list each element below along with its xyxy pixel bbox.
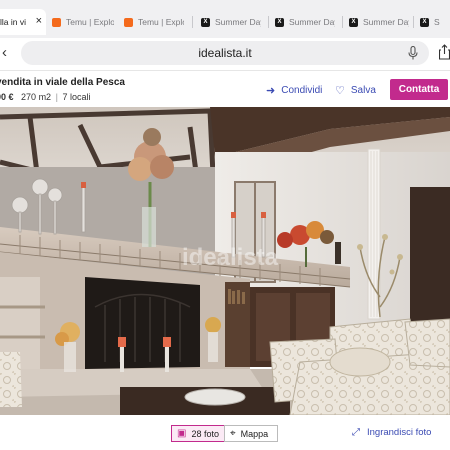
enlarge-photo-button[interactable]: ⤢ Ingrandisci foto (352, 427, 431, 438)
tab-label: Summer Day (363, 17, 409, 27)
x-icon: X (201, 17, 210, 27)
tab-summer-day-2[interactable]: X Summer Day (275, 12, 335, 32)
x-icon: X (420, 17, 429, 27)
tab-label: lla in vi (0, 17, 26, 27)
tab-divider (342, 16, 343, 28)
tab-label: Summer Day (289, 17, 335, 27)
listing-price: 00 € (0, 92, 14, 102)
listing-header: vendita in viale della Pesca 00 € 270 m2… (0, 70, 450, 107)
back-icon[interactable]: ‹ (2, 44, 7, 61)
listing-area: 270 m2 (21, 92, 52, 102)
tab-divider (268, 16, 269, 28)
microphone-icon[interactable] (407, 46, 419, 60)
address-bar[interactable]: idealista.it (21, 41, 429, 65)
contact-button[interactable]: Contatta (390, 79, 448, 100)
map-button[interactable]: ⌖ Mappa (224, 425, 278, 442)
tab-summer-day-1[interactable]: X Summer Day (201, 12, 261, 32)
share-arrow-icon: ➜ (266, 84, 276, 97)
temu-icon (124, 17, 133, 27)
tab-summer-day-4[interactable]: X S (420, 12, 450, 32)
tab-temu-2[interactable]: Temu | Explo (124, 12, 184, 32)
tab-label: S (434, 17, 440, 27)
tab-divider (413, 16, 414, 28)
map-pin-icon: ⌖ (230, 428, 236, 439)
temu-icon (52, 17, 61, 27)
watermark-text: idealista (182, 244, 279, 271)
image-icon: ▣ (177, 428, 187, 439)
enlarge-label: Ingrandisci foto (367, 427, 432, 438)
address-row: ‹ idealista.it (0, 38, 450, 70)
expand-icon: ⤢ (352, 427, 360, 438)
tab-summer-day-3[interactable]: X Summer Day (349, 12, 409, 32)
tab-temu-1[interactable]: Temu | Explo (52, 12, 114, 32)
tab-label: Temu | Explo (138, 17, 184, 27)
tab-idealista[interactable]: lla in vi × (0, 9, 46, 35)
share-label: Condividi (281, 84, 323, 96)
meta-separator: | (55, 92, 58, 102)
tab-label: Summer Day (215, 17, 261, 27)
map-label: Mappa (240, 428, 269, 439)
browser-tab-bar: lla in vi × Temu | Explo Temu | Explo X … (0, 0, 450, 38)
tab-label: Temu | Explo (66, 17, 114, 27)
share-button[interactable]: ➜ Condividi (266, 83, 322, 97)
contact-label: Contatta (398, 84, 440, 95)
tab-divider (192, 16, 193, 28)
listing-photo[interactable]: idealista (0, 107, 450, 415)
living-room-photo: idealista (0, 107, 450, 415)
photos-label: 28 foto (191, 428, 219, 439)
gallery-controls: ▣ 28 foto ⌖ Mappa ⤢ Ingrandisci foto (0, 415, 450, 450)
listing-meta: 00 € 270 m2 | 7 locali (0, 92, 90, 102)
photos-button[interactable]: ▣ 28 foto (171, 425, 225, 442)
x-icon: X (349, 17, 358, 27)
share-icon[interactable] (439, 44, 450, 60)
save-button[interactable]: ♡ Salva (335, 83, 376, 97)
listing-rooms: 7 locali (62, 92, 91, 102)
x-icon: X (275, 17, 284, 27)
save-label: Salva (350, 84, 376, 96)
listing-title: vendita in viale della Pesca (0, 77, 125, 88)
tab-close-icon[interactable]: × (36, 15, 42, 27)
address-text: idealista.it (198, 46, 252, 60)
heart-icon: ♡ (335, 84, 345, 97)
